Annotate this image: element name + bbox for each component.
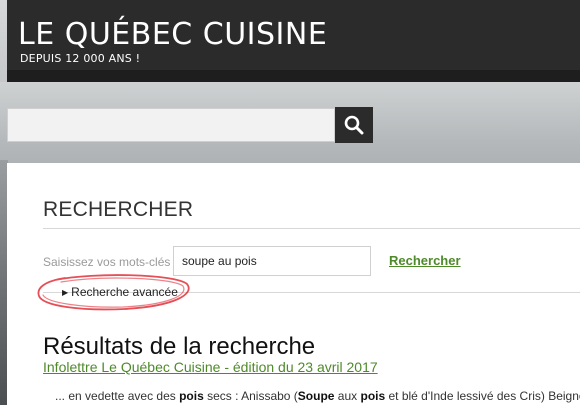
keywords-input[interactable] <box>173 246 371 276</box>
site-tagline: DEPUIS 12 000 ANS ! <box>20 52 141 65</box>
heading-divider <box>43 228 580 229</box>
header-bottom-bar <box>7 70 580 82</box>
triangle-right-icon: ▶ <box>62 288 69 297</box>
advanced-search-toggle[interactable]: ▶ Recherche avancée <box>62 285 178 299</box>
results-heading: Résultats de la recherche <box>43 333 316 360</box>
top-search-button[interactable] <box>335 107 373 143</box>
search-submit-link[interactable]: Rechercher <box>389 253 461 268</box>
result-title-link[interactable]: Infolettre Le Québec Cuisine - édition d… <box>43 359 378 375</box>
advanced-search-label: Recherche avancée <box>71 285 178 299</box>
keywords-label: Saisissez vos mots-clés <box>43 255 171 269</box>
page-title: RECHERCHER <box>43 198 194 221</box>
site-title[interactable]: LE QUÉBEC CUISINE <box>18 17 327 52</box>
result-snippet: ... en vedette avec des pois secs : Anis… <box>55 389 580 403</box>
search-icon <box>344 115 364 135</box>
top-search-input[interactable] <box>7 108 335 142</box>
